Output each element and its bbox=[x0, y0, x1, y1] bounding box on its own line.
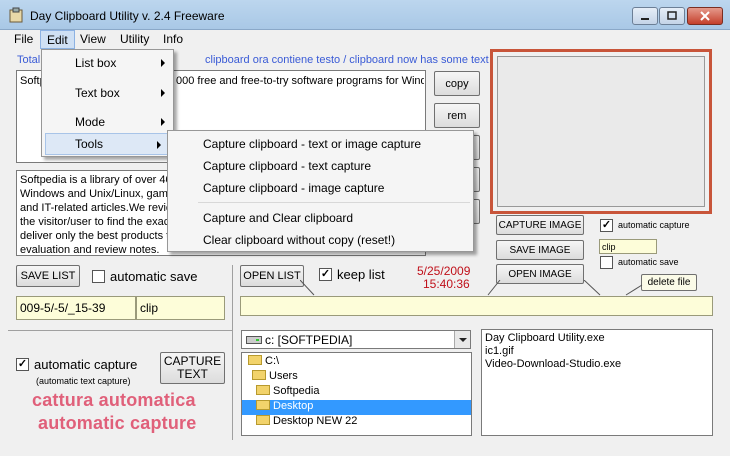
save-list-button[interactable]: SAVE LIST bbox=[16, 265, 80, 287]
image-clip-field[interactable]: clip bbox=[599, 239, 657, 254]
menu-info[interactable]: Info bbox=[157, 30, 189, 49]
text-auto-capture-sublabel: (automatic text capture) bbox=[36, 376, 131, 386]
capture-text-button[interactable]: CAPTURE TEXT bbox=[160, 352, 225, 384]
close-button[interactable] bbox=[687, 7, 723, 25]
menu-item-mode[interactable]: Mode bbox=[42, 111, 173, 133]
maximize-icon bbox=[667, 11, 677, 20]
capture-image-button[interactable]: CAPTURE IMAGE bbox=[496, 215, 584, 235]
menu-file[interactable]: File bbox=[8, 30, 39, 49]
menu-item-capture-text-or-image[interactable]: Capture clipboard - text or image captur… bbox=[168, 132, 473, 154]
title-bar: Day Clipboard Utility v. 2.4 Freeware bbox=[0, 0, 730, 30]
rem-button[interactable]: rem bbox=[434, 103, 480, 128]
menu-item-text-box[interactable]: Text box bbox=[42, 82, 173, 104]
menu-utility[interactable]: Utility bbox=[114, 30, 155, 49]
drive-icon bbox=[246, 336, 262, 344]
red-english-caption: automatic capture bbox=[38, 413, 197, 433]
folder-tree[interactable]: C:\ Users Softpedia Desktop Desktop NEW … bbox=[241, 352, 472, 436]
menu-item-clear-clipboard[interactable]: Clear clipboard without copy (reset!) bbox=[168, 228, 473, 250]
minimize-icon bbox=[641, 18, 649, 20]
submenu-arrow-icon bbox=[161, 59, 165, 67]
tree-item-desktop-new[interactable]: Desktop NEW 22 bbox=[256, 415, 357, 430]
tree-item-c-root[interactable]: C:\ bbox=[248, 355, 279, 370]
file-list[interactable]: Day Clipboard Utility.exe ic1.gif Video-… bbox=[481, 329, 713, 436]
menu-separator bbox=[198, 202, 470, 203]
image-preview-frame bbox=[490, 49, 712, 214]
image-preview bbox=[497, 56, 705, 207]
open-list-button[interactable]: OPEN LIST bbox=[240, 265, 304, 287]
list-auto-save-label: automatic save bbox=[110, 269, 198, 284]
list-item-right: 000 free and free-to-try software progra… bbox=[176, 75, 424, 87]
image-auto-save-checkbox[interactable] bbox=[600, 256, 613, 269]
tree-item-softpedia[interactable]: Softpedia bbox=[256, 385, 319, 400]
vertical-separator bbox=[232, 265, 233, 440]
capture-text-line2: TEXT bbox=[177, 367, 208, 381]
menu-view[interactable]: View bbox=[74, 30, 112, 49]
window-title: Day Clipboard Utility v. 2.4 Freeware bbox=[30, 9, 225, 23]
folder-open-icon bbox=[252, 370, 266, 380]
edit-menu-dropdown: List box Text box Mode Tools bbox=[41, 49, 174, 157]
copy-button[interactable]: copy bbox=[434, 71, 480, 96]
image-auto-save-label: automatic save bbox=[618, 257, 679, 267]
text-auto-capture-checkbox[interactable]: ✓ bbox=[16, 358, 29, 371]
chevron-down-icon[interactable] bbox=[454, 331, 470, 348]
pointer-lines bbox=[300, 280, 643, 296]
save-filename-field[interactable]: 009-5/-5/_15-39 bbox=[16, 296, 136, 320]
tools-submenu: Capture clipboard - text or image captur… bbox=[167, 130, 474, 252]
folder-open-icon bbox=[248, 355, 262, 365]
drive-select-value: c: [SOFTPEDIA] bbox=[265, 333, 353, 347]
menu-bar: File Edit View Utility Info bbox=[0, 30, 730, 49]
menu-item-tools[interactable]: Tools bbox=[45, 133, 170, 155]
menu-item-list-box[interactable]: List box bbox=[42, 52, 173, 74]
submenu-arrow-icon bbox=[161, 89, 165, 97]
submenu-arrow-icon bbox=[161, 118, 165, 126]
save-image-button[interactable]: SAVE IMAGE bbox=[496, 240, 584, 260]
folder-open-icon bbox=[256, 385, 270, 395]
close-icon bbox=[700, 11, 710, 21]
image-auto-capture-checkbox[interactable]: ✓ bbox=[600, 219, 613, 232]
file-list-item[interactable]: Day Clipboard Utility.exe bbox=[485, 332, 709, 345]
folder-icon bbox=[256, 415, 270, 425]
maximize-button[interactable] bbox=[659, 7, 685, 25]
menu-edit[interactable]: Edit bbox=[40, 30, 75, 49]
horizontal-separator bbox=[8, 330, 232, 331]
tree-item-desktop-selected[interactable]: Desktop bbox=[242, 400, 471, 415]
drive-select[interactable]: c: [SOFTPEDIA] bbox=[241, 330, 471, 349]
clipboard-status-text: clipboard ora contiene testo / clipboard… bbox=[205, 54, 489, 66]
red-italian-caption: cattura automatica bbox=[32, 390, 196, 410]
minimize-button[interactable] bbox=[632, 7, 658, 25]
current-date: 5/25/2009 bbox=[417, 264, 471, 278]
folder-open-icon bbox=[256, 400, 270, 410]
total-label: Total bbox=[17, 54, 41, 66]
save-clip-field[interactable]: clip bbox=[136, 296, 225, 320]
menu-item-capture-image[interactable]: Capture clipboard - image capture bbox=[168, 176, 473, 198]
menu-item-capture-and-clear[interactable]: Capture and Clear clipboard bbox=[168, 206, 473, 228]
image-auto-capture-label: automatic capture bbox=[618, 220, 690, 230]
list-auto-save-checkbox[interactable] bbox=[92, 270, 105, 283]
submenu-arrow-icon bbox=[157, 141, 161, 149]
file-list-item[interactable]: Video-Download-Studio.exe bbox=[485, 358, 709, 371]
clipboard-app-icon bbox=[9, 7, 23, 23]
text-auto-capture-label: automatic capture bbox=[34, 357, 138, 372]
file-list-item[interactable]: ic1.gif bbox=[485, 345, 709, 358]
tree-item-users[interactable]: Users bbox=[252, 370, 298, 385]
menu-item-capture-text[interactable]: Capture clipboard - text capture bbox=[168, 154, 473, 176]
